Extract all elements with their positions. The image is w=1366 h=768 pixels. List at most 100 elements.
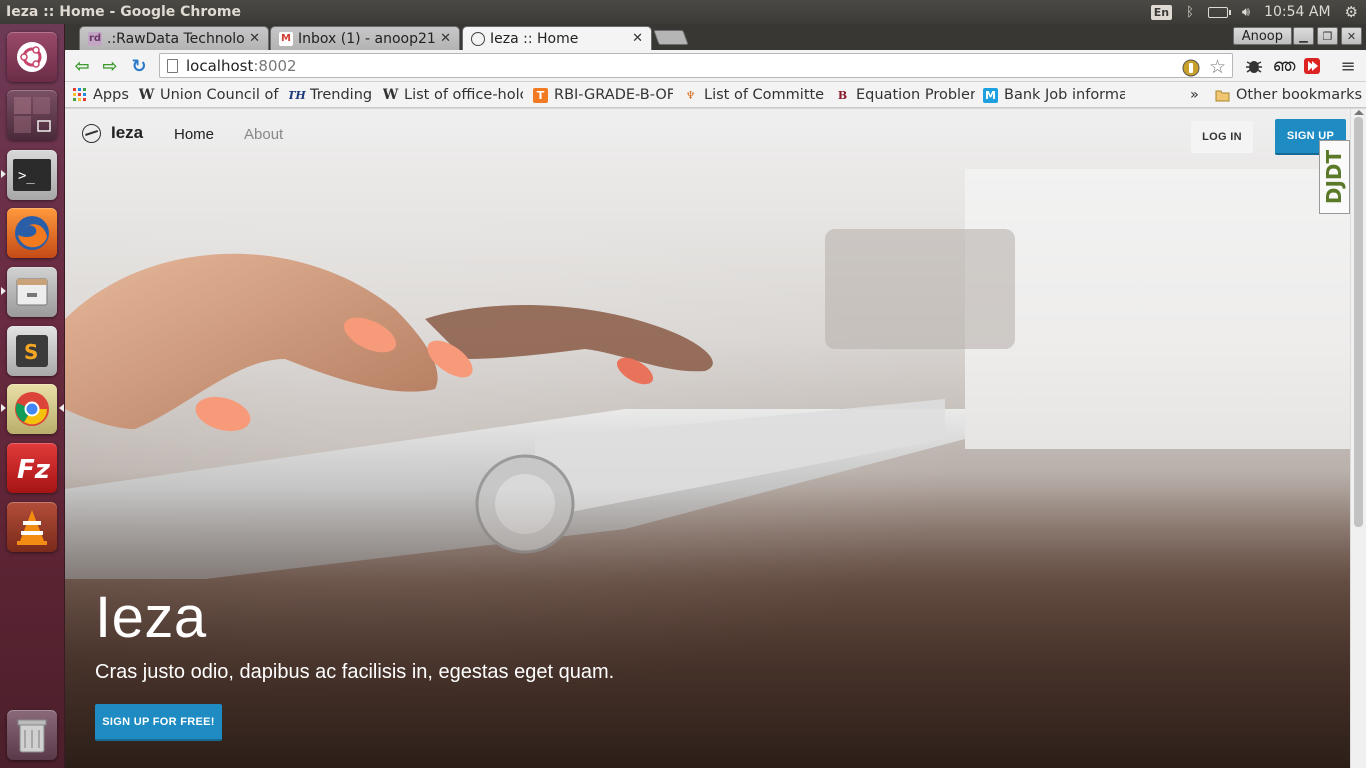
running-indicator bbox=[1, 404, 6, 412]
chrome-icon[interactable] bbox=[7, 384, 57, 434]
nav-about-link[interactable]: About bbox=[244, 126, 283, 143]
page-scrollbar[interactable] bbox=[1350, 109, 1366, 768]
bookmark-bank-job-info[interactable]: M Bank Job informa bbox=[983, 86, 1125, 104]
rd-icon: rd bbox=[88, 31, 102, 46]
bookmark-label: Apps bbox=[93, 87, 129, 103]
restore-button[interactable]: ❐ bbox=[1317, 27, 1338, 45]
profile-button[interactable]: Anoop bbox=[1232, 27, 1292, 45]
keyboard-layout-indicator[interactable]: En bbox=[1150, 4, 1173, 20]
tab-ieza-home[interactable]: Ieza :: Home ✕ bbox=[462, 26, 652, 50]
bookmark-label: List of office-holc bbox=[404, 87, 523, 103]
filezilla-icon[interactable]: Fz bbox=[7, 443, 57, 493]
close-icon[interactable]: ✕ bbox=[440, 31, 459, 46]
close-icon[interactable]: ✕ bbox=[632, 31, 651, 46]
script-extension-icon[interactable]: ഞ bbox=[1273, 55, 1296, 77]
scroll-up-arrow-icon[interactable] bbox=[1354, 110, 1364, 115]
tab-rawdata[interactable]: rd .:RawData Technolo ✕ bbox=[79, 26, 269, 50]
bug-extension-icon[interactable] bbox=[1243, 55, 1265, 77]
nav-home-link[interactable]: Home bbox=[174, 126, 214, 143]
workspace-switcher-icon[interactable] bbox=[7, 90, 57, 140]
brand-name: Ieza bbox=[111, 123, 144, 142]
tab-label: .:RawData Technolo bbox=[107, 30, 245, 47]
close-icon[interactable]: ✕ bbox=[249, 31, 268, 46]
brand-logo-icon bbox=[82, 123, 101, 143]
tab-strip: rd .:RawData Technolo ✕ M Inbox (1) - an… bbox=[65, 24, 1366, 50]
reload-button[interactable]: ↻ bbox=[127, 54, 151, 78]
top-panel: Ieza :: Home - Google Chrome En ᛒ 🔊︎ 10:… bbox=[0, 0, 1366, 24]
signup-free-button[interactable]: SIGN UP FOR FREE! bbox=[95, 704, 222, 741]
url-host: localhost bbox=[186, 56, 254, 75]
globe-icon bbox=[471, 31, 485, 46]
login-button[interactable]: LOG IN bbox=[1191, 121, 1253, 153]
forward-button[interactable]: ⇨ bbox=[98, 54, 122, 78]
new-tab-button[interactable] bbox=[653, 30, 689, 45]
clock[interactable]: 10:54 AM bbox=[1264, 4, 1330, 20]
vlc-icon[interactable] bbox=[7, 502, 57, 552]
bookmarks-overflow-button[interactable]: » bbox=[1190, 86, 1199, 104]
bookmark-label: List of Committe bbox=[704, 87, 825, 103]
bookmark-trending[interactable]: TH Trending bbox=[289, 86, 372, 104]
bookmark-apps[interactable]: Apps bbox=[72, 86, 129, 104]
bookmark-label: Trending bbox=[310, 87, 373, 103]
menu-icon[interactable]: ≡ bbox=[1337, 55, 1359, 77]
extension-badge-icon[interactable] bbox=[1182, 59, 1200, 81]
t-icon: T bbox=[533, 87, 548, 103]
gear-icon[interactable]: ⚙ bbox=[1345, 3, 1358, 21]
running-indicator bbox=[1, 287, 6, 295]
wikipedia-icon: W bbox=[383, 87, 399, 103]
window-title: Ieza :: Home - Google Chrome bbox=[6, 4, 241, 20]
launcher: >_ S Fz bbox=[0, 24, 65, 768]
close-window-button[interactable]: ✕ bbox=[1341, 27, 1362, 45]
folder-icon bbox=[1215, 88, 1230, 103]
m-icon: M bbox=[983, 87, 998, 103]
bookmark-label: Other bookmarks bbox=[1236, 87, 1363, 103]
terminal-icon[interactable]: >_ bbox=[7, 150, 57, 200]
svg-text:S: S bbox=[24, 340, 38, 364]
bookmark-label: Union Council of bbox=[160, 87, 279, 103]
url-port: :8002 bbox=[253, 56, 297, 75]
site-brand[interactable]: Ieza bbox=[82, 123, 143, 143]
page-viewport: Ieza Home About LOG IN SIGN UP DJDT Ieza… bbox=[65, 109, 1350, 768]
battery-icon[interactable] bbox=[1207, 6, 1231, 18]
focused-indicator bbox=[59, 404, 64, 412]
bookmarks-bar: Apps W Union Council of TH Trending W Li… bbox=[65, 82, 1366, 108]
svg-text:>_: >_ bbox=[18, 168, 35, 184]
gmail-icon: M bbox=[279, 31, 293, 46]
scrollbar-thumb[interactable] bbox=[1354, 117, 1363, 527]
b-icon: B bbox=[837, 88, 848, 102]
django-debug-toolbar-handle[interactable]: DJDT bbox=[1319, 140, 1350, 214]
other-bookmarks-folder[interactable]: Other bookmarks bbox=[1215, 86, 1362, 104]
ubuntu-dash-icon[interactable] bbox=[7, 32, 57, 82]
minimize-button[interactable]: ▁ bbox=[1293, 27, 1314, 45]
tab-inbox[interactable]: M Inbox (1) - anoop21li ✕ bbox=[270, 26, 460, 50]
sublime-text-icon[interactable]: S bbox=[7, 326, 57, 376]
apps-grid-icon bbox=[72, 88, 87, 103]
trash-icon[interactable] bbox=[7, 710, 57, 760]
browser-toolbar: ⇦ ⇨ ↻ localhost:8002 ☆ ഞ ≡ bbox=[65, 50, 1366, 82]
back-button[interactable]: ⇦ bbox=[70, 54, 94, 78]
bookmark-rbi-grade-b[interactable]: T RBI-GRADE-B-OFI bbox=[533, 86, 673, 104]
bookmark-equation-problem[interactable]: B Equation Probler bbox=[835, 86, 975, 104]
volume-icon[interactable]: 🔊︎ bbox=[1242, 5, 1250, 20]
bluetooth-icon[interactable]: ᛒ bbox=[1186, 5, 1194, 20]
ddt-label: DJDT bbox=[1322, 149, 1347, 205]
bookmark-list-of-committees[interactable]: ♆ List of Committe bbox=[683, 86, 825, 104]
the-hindu-icon: TH bbox=[289, 88, 306, 102]
firefox-icon[interactable] bbox=[7, 208, 57, 258]
tab-label: Inbox (1) - anoop21li bbox=[298, 30, 436, 47]
bookmark-star-icon[interactable]: ☆ bbox=[1209, 56, 1226, 78]
bookmark-label: Bank Job informa bbox=[1004, 87, 1125, 103]
address-bar[interactable]: localhost:8002 ☆ bbox=[159, 53, 1233, 78]
svg-text:Fz: Fz bbox=[17, 455, 50, 485]
files-icon[interactable] bbox=[7, 267, 57, 317]
bookmark-label: RBI-GRADE-B-OFI bbox=[554, 87, 673, 103]
bookmark-union-council[interactable]: W Union Council of bbox=[139, 86, 279, 104]
media-extension-icon[interactable] bbox=[1301, 55, 1323, 77]
figure-icon: ♆ bbox=[685, 88, 696, 102]
bookmark-office-holders[interactable]: W List of office-holc bbox=[383, 86, 523, 104]
bookmark-label: Equation Probler bbox=[856, 87, 975, 103]
chrome-window: rd .:RawData Technolo ✕ M Inbox (1) - an… bbox=[65, 24, 1366, 768]
hero-title: Ieza bbox=[95, 585, 207, 650]
indicator-area: En ᛒ 🔊︎ 10:54 AM ⚙ bbox=[1150, 0, 1366, 24]
tab-label: Ieza :: Home bbox=[490, 30, 579, 47]
